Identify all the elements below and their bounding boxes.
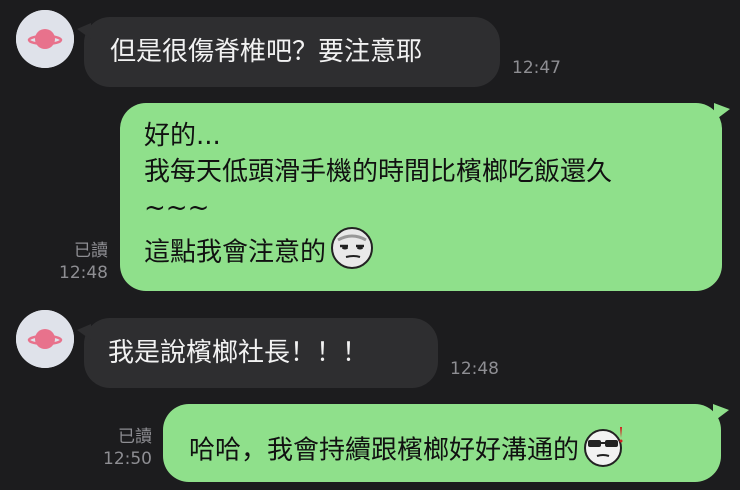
message-timestamp: 12:47 — [512, 58, 561, 78]
message-text: 但是很傷脊椎吧？要注意耶 — [110, 37, 423, 67]
message-text: 我是說檳榔社長！！！ — [108, 338, 369, 368]
message-timestamp: 12:48 — [450, 359, 499, 379]
message-line: ~~~ — [144, 193, 210, 223]
message-line-text: 哈哈，我會持續跟檳榔好好溝通的 — [189, 435, 580, 466]
planet-icon — [16, 10, 74, 68]
message-line-with-emoji: 這點我會注意的 — [144, 226, 696, 280]
message-timestamp: 12:48 — [59, 263, 108, 283]
message-meta: 已讀 12:50 — [100, 426, 152, 470]
message-meta: 已讀 12:48 — [56, 240, 108, 284]
message-timestamp: 12:50 — [103, 449, 152, 469]
message-line-with-emoji: 哈哈，我會持續跟檳榔好好溝通的 — [189, 424, 701, 478]
outgoing-message-bubble[interactable]: 好的... 我每天低頭滑手機的時間比檳榔吃飯還久 ~~~ 這點我會注意的 — [120, 103, 730, 291]
smirk-face-icon — [328, 226, 376, 280]
contact-avatar[interactable] — [16, 10, 74, 68]
incoming-message-bubble[interactable]: 我是說檳榔社長！！！ — [77, 318, 438, 388]
read-status: 已讀 — [74, 241, 108, 261]
incoming-message-bubble[interactable]: 但是很傷脊椎吧？要注意耶 — [77, 17, 500, 87]
contact-avatar[interactable] — [16, 310, 74, 368]
message-line: 我每天低頭滑手機的時間比檳榔吃飯還久 — [144, 157, 613, 187]
message-line: 好的... — [144, 121, 221, 151]
outgoing-message-bubble[interactable]: 哈哈，我會持續跟檳榔好好溝通的 — [163, 404, 729, 482]
planet-icon — [16, 310, 74, 368]
message-line-text: 這點我會注意的 — [144, 237, 327, 268]
read-status: 已讀 — [118, 427, 152, 447]
sunglasses-face-icon — [581, 424, 627, 478]
